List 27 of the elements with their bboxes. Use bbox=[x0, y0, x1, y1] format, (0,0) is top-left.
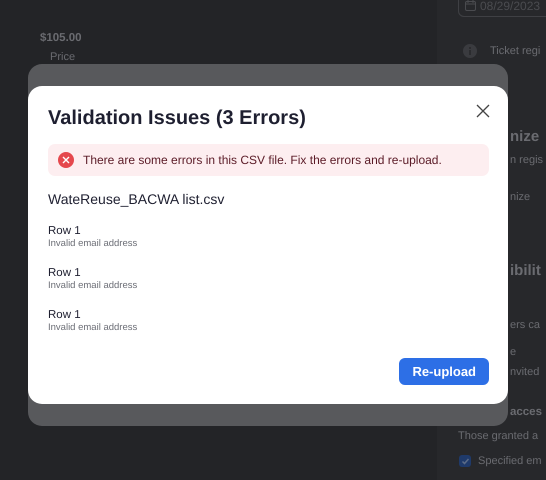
price-label: Price bbox=[50, 50, 76, 65]
option-label: Specified em bbox=[478, 454, 542, 469]
section-heading: ibilit bbox=[510, 261, 541, 281]
close-button[interactable] bbox=[475, 103, 491, 119]
section-heading: nize bbox=[510, 127, 540, 147]
description-text: n regis bbox=[510, 153, 544, 168]
description-text: nize bbox=[510, 190, 530, 205]
description-text: nvited bbox=[510, 365, 540, 380]
description-text: ers ca bbox=[510, 318, 540, 333]
error-message: Invalid email address bbox=[48, 322, 138, 334]
alert-message: There are some errors in this CSV file. Fix the errors and re-upload. bbox=[83, 152, 442, 169]
description-text: Those granted a bbox=[458, 429, 538, 444]
reupload-button[interactable]: Re-upload bbox=[399, 358, 489, 385]
error-message: Invalid email address bbox=[48, 280, 138, 292]
error-icon bbox=[58, 152, 74, 168]
notice-text: Ticket regi bbox=[490, 44, 540, 59]
row-label: Row 1 bbox=[48, 266, 82, 280]
price-text: $105.00 bbox=[40, 31, 82, 46]
calendar-icon bbox=[465, 0, 476, 11]
error-message: Invalid email address bbox=[48, 238, 138, 250]
dialog-title: Validation Issues (3 Errors) bbox=[48, 106, 306, 130]
file-name: WateReuse_BACWA list.csv bbox=[48, 190, 226, 209]
row-label: Row 1 bbox=[48, 224, 82, 238]
field-label: acces bbox=[510, 405, 542, 420]
row-label: Row 1 bbox=[48, 308, 82, 322]
checkbox[interactable] bbox=[459, 455, 471, 467]
description-text: e bbox=[510, 345, 516, 360]
